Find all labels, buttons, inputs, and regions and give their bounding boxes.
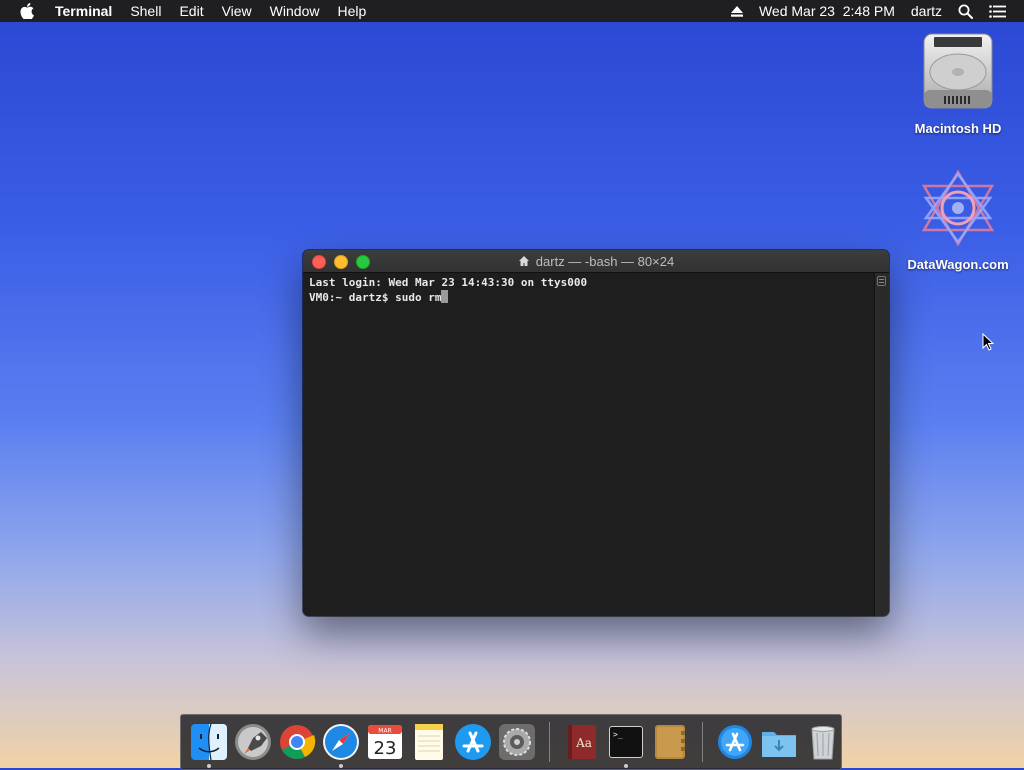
dock-item-dictionary[interactable]: Aa — [563, 723, 601, 761]
terminal-titlebar[interactable]: dartz — -bash — 80×24 — [303, 250, 889, 273]
menu-help[interactable]: Help — [328, 0, 375, 22]
home-folder-icon — [518, 255, 530, 267]
scroll-thumb[interactable] — [877, 276, 886, 286]
dictionary-icon: Aa — [568, 725, 596, 759]
notes-icon — [415, 724, 443, 760]
notebook-icon — [655, 725, 685, 759]
minimize-button[interactable] — [334, 255, 348, 269]
dock-item-chrome[interactable] — [278, 723, 316, 761]
menu-view[interactable]: View — [213, 0, 261, 22]
dock-item-trash[interactable] — [804, 723, 842, 761]
applications-folder-icon — [718, 725, 752, 759]
app-store-icon — [455, 724, 491, 760]
desktop-icon-datawagon[interactable]: DataWagon.com — [903, 168, 1013, 272]
terminal-line: Last login: Wed Mar 23 14:43:30 on ttys0… — [309, 276, 588, 289]
terminal-content[interactable]: Last login: Wed Mar 23 14:43:30 on ttys0… — [303, 273, 875, 616]
apple-menu-icon[interactable] — [18, 0, 36, 22]
window-controls — [312, 255, 370, 269]
terminal-line: VM0:~ dartz$ sudo rm — [309, 291, 442, 304]
chrome-icon — [280, 725, 316, 759]
desktop-icon-label: DataWagon.com — [907, 257, 1009, 272]
dock-item-notes[interactable] — [410, 723, 448, 761]
notification-center-icon[interactable] — [981, 4, 1014, 18]
menu-bar: Terminal Shell Edit View Window Help Wed… — [0, 0, 1024, 22]
dock-item-system-preferences[interactable] — [498, 723, 536, 761]
downloads-folder-icon — [762, 732, 796, 757]
terminal-window[interactable]: dartz — -bash — 80×24 Last login: Wed Ma… — [303, 250, 889, 616]
dock-item-calendar[interactable]: MAR 23 — [366, 723, 404, 761]
calendar-month: MAR — [378, 728, 391, 735]
desktop-icon-macintosh-hd[interactable]: Macintosh HD — [903, 32, 1013, 136]
safari-icon — [323, 724, 359, 760]
dock: MAR 23 Aa >_ — [180, 714, 842, 770]
menubar-clock[interactable]: Wed Mar 23 2:48 PM — [751, 0, 903, 22]
calendar-icon: MAR 23 — [368, 725, 402, 759]
zoom-button[interactable] — [356, 255, 370, 269]
dock-item-downloads[interactable] — [760, 723, 798, 761]
eject-icon[interactable] — [723, 5, 751, 17]
menu-app-terminal[interactable]: Terminal — [46, 0, 121, 22]
dock-item-notebook[interactable] — [651, 723, 689, 761]
dock-separator — [549, 722, 550, 762]
dock-item-applications[interactable] — [716, 723, 754, 761]
running-indicator — [624, 764, 628, 768]
menu-shell[interactable]: Shell — [121, 0, 170, 22]
desktop-icon-label: Macintosh HD — [914, 121, 1002, 136]
dock-item-app-store[interactable] — [454, 723, 492, 761]
menu-edit[interactable]: Edit — [170, 0, 212, 22]
dock-separator — [702, 722, 703, 762]
launchpad-icon — [235, 724, 271, 760]
trash-icon — [811, 726, 835, 760]
mouse-pointer-icon — [982, 332, 995, 356]
system-preferences-icon — [499, 724, 535, 760]
menu-window[interactable]: Window — [261, 0, 329, 22]
terminal-icon: >_ — [609, 726, 643, 758]
hard-drive-icon — [903, 32, 1013, 117]
datawagon-icon — [903, 168, 1013, 253]
running-indicator — [207, 764, 211, 768]
calendar-day: 23 — [374, 738, 397, 759]
dock-item-terminal[interactable]: >_ — [607, 723, 645, 768]
finder-icon — [191, 723, 227, 761]
text-cursor — [441, 290, 449, 303]
dock-item-finder[interactable] — [190, 723, 228, 768]
svg-text:Aa: Aa — [575, 736, 592, 750]
dock-item-launchpad[interactable] — [234, 723, 272, 761]
svg-text:>_: >_ — [613, 730, 623, 739]
running-indicator — [339, 764, 343, 768]
window-title: dartz — -bash — 80×24 — [535, 253, 675, 269]
dock-item-safari[interactable] — [322, 723, 360, 768]
terminal-scrollbar[interactable] — [874, 273, 889, 616]
close-button[interactable] — [312, 255, 326, 269]
terminal-prompt-line[interactable]: VM0:~ dartz$ sudo rm — [309, 290, 869, 305]
spotlight-search-icon[interactable] — [950, 4, 981, 19]
menubar-user[interactable]: dartz — [903, 0, 950, 22]
